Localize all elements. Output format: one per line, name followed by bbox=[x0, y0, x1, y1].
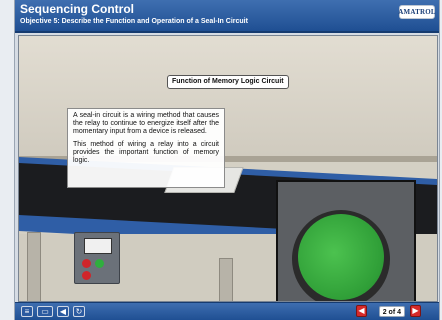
page-indicator: 2 of 4 bbox=[378, 306, 405, 317]
conveyor-leg bbox=[27, 232, 41, 301]
explanation-box: A seal-in circuit is a wiring method tha… bbox=[67, 108, 225, 188]
lesson-window: Sequencing Control Objective 5: Describe… bbox=[14, 0, 440, 320]
control-box bbox=[74, 232, 120, 284]
glossary-icon[interactable]: ▭ bbox=[37, 306, 53, 317]
previous-page-button[interactable]: ◀ bbox=[356, 305, 367, 317]
logo-text: AMATROL bbox=[398, 8, 436, 16]
stop-button bbox=[82, 259, 91, 268]
amatrol-logo: AMATROL bbox=[398, 5, 436, 19]
menu-icon[interactable]: ≡ bbox=[21, 306, 33, 317]
audio-icon[interactable]: ◀ bbox=[57, 306, 69, 317]
header-bar: Sequencing Control Objective 5: Describe… bbox=[15, 0, 439, 33]
green-pushbutton bbox=[298, 214, 384, 300]
conveyor-leg bbox=[219, 258, 233, 301]
stop-button bbox=[82, 271, 91, 280]
slide-caption: Function of Memory Logic Circuit bbox=[167, 75, 289, 89]
pushbutton-zoom-inset bbox=[276, 180, 416, 301]
replay-icon[interactable]: ↻ bbox=[73, 306, 85, 317]
lesson-scene: Function of Memory Logic Circuit A seal-… bbox=[18, 35, 438, 302]
objective-text: Objective 5: Describe the Function and O… bbox=[20, 18, 248, 25]
footer-bar: ≡ ▭ ◀ ↻ ◀ 2 of 4 ▶ bbox=[15, 302, 439, 320]
explanation-paragraph: This method of wiring a relay into a cir… bbox=[73, 140, 219, 165]
start-button bbox=[95, 259, 104, 268]
next-page-button[interactable]: ▶ bbox=[410, 305, 421, 317]
panel-meter bbox=[84, 238, 112, 254]
explanation-paragraph: A seal-in circuit is a wiring method tha… bbox=[73, 112, 219, 136]
course-title: Sequencing Control bbox=[20, 2, 134, 16]
